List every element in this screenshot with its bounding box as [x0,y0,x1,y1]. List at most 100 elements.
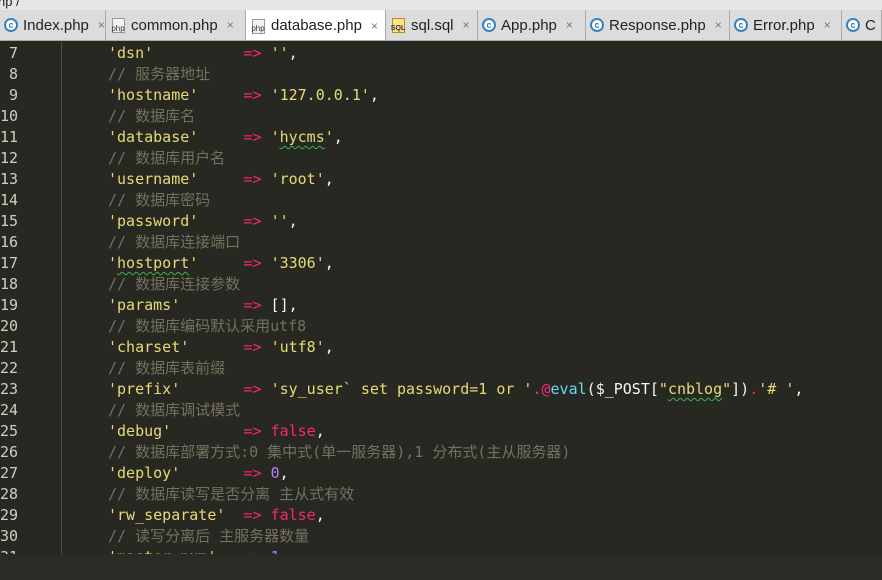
code-line[interactable]: 9 'hostname' => '127.0.0.1', [0,85,882,106]
c-file-icon: c [482,18,496,32]
code-text: // 数据库连接参数 [108,274,240,295]
tab-index-php[interactable]: c Index.php × [0,10,106,40]
tab-label: App.php [501,16,557,34]
c-file-icon: c [4,18,18,32]
close-tab-icon[interactable]: × [371,19,378,33]
code-token: 'charset' [108,338,190,356]
code-editor[interactable]: 7'dsn' => '', 8// 服务器地址 9'hostname' => '12… [0,42,882,580]
code-line[interactable]: 26 // 数据库部署方式:0 集中式(单一服务器),1 分布式(主从服务器) [0,442,882,463]
line-number: 12 [0,149,19,167]
code-line[interactable]: 25 'debug' => false, [0,421,882,442]
breadcrumb-bar: hp / [0,0,882,10]
tab-label: Response.php [609,16,706,34]
close-tab-icon[interactable]: × [566,18,573,32]
code-line[interactable]: 17 'hostport' => '3306', [0,253,882,274]
code-token: => [243,212,262,230]
close-tab-icon[interactable]: × [715,18,722,32]
code-line[interactable]: 12 // 数据库用户名 [0,148,882,169]
code-line[interactable]: 24 // 数据库调试模式 [0,400,882,421]
line-number: 26 [0,443,19,461]
sql-file-icon: SQL [390,18,406,33]
code-token: // 读写分离后 主服务器数量 [108,527,310,545]
code-text: 'rw_separate' => false, [108,505,325,526]
code-token: , [288,296,298,314]
code-token: , [324,338,334,356]
code-token: => [243,464,262,482]
code-token: 'database' [108,128,199,146]
code-text: 'charset' => 'utf8', [108,337,334,358]
code-text: // 数据库部署方式:0 集中式(单一服务器),1 分布式(主从服务器) [108,442,570,463]
code-token: => [243,422,262,440]
code-token: , [324,170,334,188]
code-token: => [243,128,262,146]
code-token: 'password' [108,212,199,230]
code-line[interactable]: 8 // 服务器地址 [0,64,882,85]
line-number: 9 [8,86,18,104]
code-token: => [243,296,262,314]
tab-error-php[interactable]: c Error.php × [730,10,842,40]
code-line[interactable]: 10 // 数据库名 [0,106,882,127]
code-line[interactable]: 20 // 数据库编码默认采用utf8 [0,316,882,337]
code-line[interactable]: 28 // 数据库读写是否分离 主从式有效 [0,484,882,505]
code-token: => [243,254,262,272]
code-text: // 服务器地址 [108,64,210,85]
code-line[interactable]: 19 'params' => [], [0,295,882,316]
code-line[interactable]: 30 // 读写分离后 主服务器数量 [0,526,882,547]
code-token: // 数据库用户名 [108,149,226,167]
code-text: // 数据库读写是否分离 主从式有效 [108,484,354,505]
line-number: 28 [0,485,19,503]
close-tab-icon[interactable]: × [824,18,831,32]
code-text: // 读写分离后 主服务器数量 [108,526,309,547]
line-number: 14 [0,191,19,209]
code-token: , [333,128,343,146]
code-line[interactable]: 22 // 数据库表前缀 [0,358,882,379]
line-number: 25 [0,422,19,440]
code-token: // 数据库连接参数 [108,275,241,293]
code-token: , [288,44,298,62]
tab-c[interactable]: cC [842,10,882,40]
tab-sql-sql[interactable]: SQL sql.sql × [386,10,478,40]
line-number: 11 [0,128,19,146]
code-token: 'utf8' [270,338,325,356]
tab-response-php[interactable]: c Response.php × [586,10,730,40]
code-line[interactable]: 18 // 数据库连接参数 [0,274,882,295]
code-text: // 数据库调试模式 [108,400,240,421]
close-tab-icon[interactable]: × [98,18,105,32]
code-line[interactable]: 13 'username' => 'root', [0,169,882,190]
tab-label: database.php [271,17,362,34]
tab-app-php[interactable]: c App.php × [478,10,586,40]
line-number: 23 [0,380,19,398]
code-token: " [658,380,668,398]
code-token: ' [324,128,334,146]
line-number: 22 [0,359,19,377]
code-line[interactable]: 15 'password' => '', [0,211,882,232]
line-number: 17 [0,254,19,272]
code-token: // 数据库密码 [108,191,211,209]
code-token: ' [270,128,280,146]
tab-database-php[interactable]: php database.php × [246,10,386,40]
line-number: 18 [0,275,19,293]
code-line[interactable]: 27 'deploy' => 0, [0,463,882,484]
code-line[interactable]: 23 'prefix' => 'sy_user` set password=1 o… [0,379,882,400]
code-token: 'debug' [108,422,172,440]
close-tab-icon[interactable]: × [463,18,470,32]
code-line[interactable]: 29 'rw_separate' => false, [0,505,882,526]
code-token: '' [270,44,289,62]
php-file-icon: php [250,18,266,34]
code-line[interactable]: 21 'charset' => 'utf8', [0,337,882,358]
code-line[interactable]: 14 // 数据库密码 [0,190,882,211]
code-line[interactable]: 7 'dsn' => '', [0,43,882,64]
php-file-icon: php [110,18,126,33]
code-line[interactable]: 16 // 数据库连接端口 [0,232,882,253]
close-tab-icon[interactable]: × [227,18,234,32]
breadcrumb-text: hp / [0,0,20,9]
code-line[interactable]: 11 'database' => 'hycms', [0,127,882,148]
tab-common-php[interactable]: php common.php × [106,10,246,40]
